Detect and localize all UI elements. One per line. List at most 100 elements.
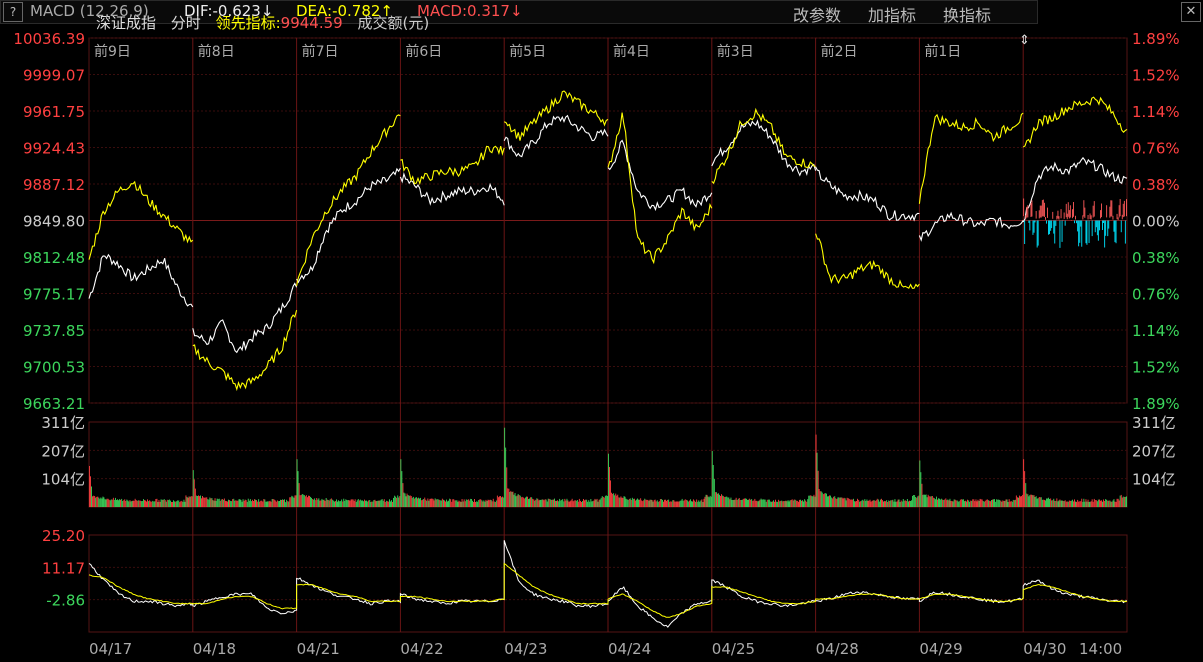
volume-bar	[1042, 499, 1044, 507]
scroll-arrows-icon[interactable]: ⇕	[1019, 33, 1030, 48]
volume-bar	[265, 501, 267, 507]
volume-bar	[326, 499, 328, 507]
volume-bar	[848, 498, 850, 507]
tick-bar	[1092, 205, 1094, 218]
volume-bar	[788, 501, 790, 507]
volume-bar	[603, 497, 605, 507]
volume-bar	[260, 500, 262, 507]
volume-bar	[893, 501, 895, 507]
volume-bar	[379, 500, 381, 507]
volume-bar	[204, 497, 206, 507]
volume-bar	[392, 501, 393, 507]
tick-bar	[1036, 220, 1038, 248]
volume-bar	[1018, 497, 1019, 507]
x-tick-label: 04/23	[504, 640, 547, 658]
volume-bar	[187, 497, 189, 507]
volume-bar	[159, 501, 161, 507]
volume-bar	[668, 499, 670, 507]
volume-bar	[536, 498, 538, 507]
volume-bar	[820, 491, 822, 507]
volume-bar	[928, 496, 930, 507]
volume-bar	[698, 500, 700, 507]
volume-bar	[212, 500, 214, 507]
volume-bar	[1059, 499, 1061, 507]
volume-bar	[804, 499, 806, 507]
volume-bar	[657, 501, 659, 507]
volume-bar	[653, 500, 655, 507]
volume-bar	[572, 501, 574, 507]
volume-bar	[949, 498, 951, 507]
volume-bar	[1056, 498, 1058, 507]
volume-bar	[230, 500, 232, 507]
volume-bar	[701, 499, 703, 507]
tick-bar	[1028, 220, 1030, 223]
volume-tick-label: 104亿	[1132, 471, 1176, 489]
volume-bar	[194, 488, 196, 507]
tick-bar	[1084, 207, 1086, 218]
switch-indicator-button[interactable]: 换指标	[943, 2, 991, 26]
volume-bar	[962, 499, 963, 507]
volume-bar	[425, 499, 427, 507]
volume-bar	[898, 499, 900, 507]
help-button[interactable]: ?	[3, 2, 23, 22]
volume-bar	[438, 499, 440, 507]
volume-bar	[101, 498, 103, 507]
volume-bar	[1013, 500, 1015, 507]
volume-bar	[1007, 502, 1009, 507]
volume-bar	[932, 497, 934, 507]
volume-bar	[874, 500, 876, 507]
volume-bar	[328, 500, 330, 507]
volume-bar	[1009, 501, 1011, 507]
tick-bar	[1113, 220, 1115, 232]
volume-bar	[771, 501, 772, 507]
volume-bar	[888, 500, 890, 507]
volume-bar	[993, 499, 994, 507]
volume-bar	[459, 501, 461, 507]
volume-bar	[1087, 499, 1089, 507]
volume-bar	[887, 502, 889, 507]
tick-bar	[1072, 209, 1073, 219]
volume-bar	[546, 501, 548, 507]
volume-bar	[900, 500, 902, 507]
volume-bar	[966, 501, 967, 507]
timeshare-chart[interactable]: 前9日 前8日 前7日 前6日 前5日 前4日 前3日 前2日 前1日 10036.39 9999…	[0, 0, 1203, 662]
volume-bar	[119, 499, 120, 507]
volume-bar	[264, 499, 266, 507]
volume-bar	[750, 499, 752, 507]
volume-bar	[968, 500, 970, 507]
volume-bar	[257, 501, 259, 507]
volume-bar	[519, 495, 521, 507]
volume-bar	[540, 500, 542, 507]
tick-bar	[1061, 220, 1063, 242]
volume-bar	[229, 500, 230, 507]
tick-bar	[1099, 220, 1100, 231]
close-icon[interactable]: ✕	[1181, 2, 1201, 22]
volume-bar	[777, 501, 779, 507]
volume-bar	[681, 498, 683, 507]
volume-bar	[617, 494, 619, 507]
volume-bar	[669, 501, 671, 507]
tick-bar	[1077, 220, 1079, 232]
volume-bar	[201, 498, 202, 507]
volume-bar	[346, 500, 348, 507]
volume-bar	[675, 501, 677, 507]
volume-bar	[521, 496, 523, 507]
add-indicator-button[interactable]: 加指标	[868, 2, 916, 26]
volume-bar	[130, 501, 132, 507]
volume-bar	[913, 495, 915, 507]
volume-bar	[938, 498, 939, 507]
volume-bar	[133, 500, 135, 507]
volume-bar	[295, 495, 297, 507]
volume-bar	[275, 501, 277, 507]
volume-bar	[695, 501, 697, 507]
volume-bar	[510, 490, 512, 507]
volume-bar	[124, 499, 126, 507]
volume-bar	[138, 500, 140, 507]
tick-bar	[1039, 205, 1041, 218]
volume-bar	[1111, 501, 1113, 507]
volume-bar	[564, 498, 566, 507]
volume-bar	[957, 501, 959, 507]
tick-bar	[1116, 213, 1118, 220]
price-tick-label: 9700.53	[23, 359, 85, 377]
change-params-button[interactable]: 改参数	[793, 2, 841, 26]
